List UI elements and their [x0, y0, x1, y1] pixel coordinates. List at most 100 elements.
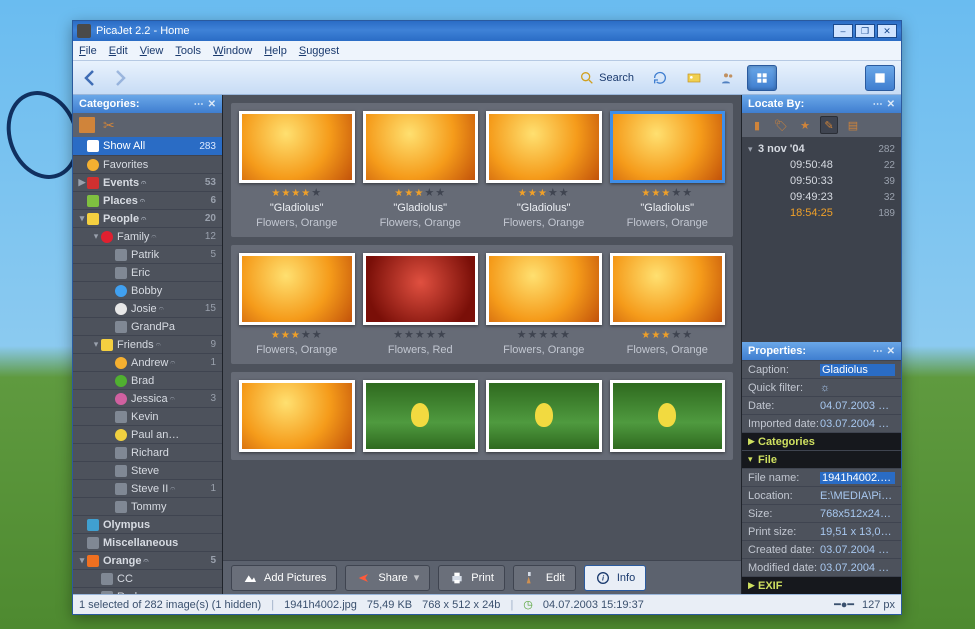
prop-row[interactable]: Date:04.07.2003 1… [742, 396, 901, 414]
rating-stars[interactable]: ★★★★★ [517, 328, 571, 341]
rating-stars[interactable]: ★★★★★ [271, 328, 323, 341]
rating-stars[interactable]: ★★★★★ [271, 186, 322, 199]
thumbnail[interactable]: ★★★★★"Gladiolus"Flowers, Orange [239, 111, 355, 229]
prop-section-categories[interactable]: ▶Categories [742, 432, 901, 450]
tree-item-paul-an-[interactable]: Paul an… [73, 425, 222, 443]
prop-section-file[interactable]: ▾File [742, 450, 901, 468]
locate-star-icon[interactable]: ★ [796, 116, 814, 134]
toolbar-people-button[interactable] [713, 65, 743, 91]
menu-help[interactable]: Help [264, 45, 287, 57]
prop-row[interactable]: Caption:Gladiolus [742, 360, 901, 378]
menu-edit[interactable]: Edit [109, 45, 128, 57]
thumbnail[interactable] [610, 380, 726, 452]
locate-date-header[interactable]: ▾3 nov '04282 [748, 141, 895, 157]
thumbnail[interactable]: ★★★★★Flowers, Red [363, 253, 479, 356]
menu-window[interactable]: Window [213, 45, 252, 57]
toolbar-view-single-button[interactable] [865, 65, 895, 91]
tree-item-people[interactable]: ▾People𝄐20 [73, 209, 222, 227]
titlebar[interactable]: PicaJet 2.2 - Home ‒ ❐ ✕ [73, 21, 901, 41]
tree-item-miscellaneous[interactable]: Miscellaneous [73, 533, 222, 551]
tree-item-brad[interactable]: Brad [73, 371, 222, 389]
tree-item-richard[interactable]: Richard [73, 443, 222, 461]
menu-suggest[interactable]: Suggest [299, 45, 339, 57]
add-pictures-button[interactable]: Add Pictures [231, 565, 337, 591]
maximize-button[interactable]: ❐ [855, 24, 875, 38]
tree-item-bobby[interactable]: Bobby [73, 281, 222, 299]
tree-item-olympus[interactable]: Olympus [73, 515, 222, 533]
prop-row[interactable]: Imported date:03.07.2004 1… [742, 414, 901, 432]
locate-book-icon[interactable]: ▮ [748, 116, 766, 134]
tree-item-favorites[interactable]: Favorites [73, 155, 222, 173]
locate-menu-icon[interactable]: ⋯ [873, 99, 883, 110]
toolbar-image-button[interactable] [679, 65, 709, 91]
prop-row[interactable]: Created date:03.07.2004 1… [742, 540, 901, 558]
back-button[interactable] [79, 66, 103, 90]
locate-brush-icon[interactable]: ✎ [820, 116, 838, 134]
share-button[interactable]: Share ▾ [345, 565, 430, 591]
tree-item-steve[interactable]: Steve [73, 461, 222, 479]
menubar[interactable]: File Edit View Tools Window Help Suggest [73, 41, 901, 61]
locate-time-row[interactable]: 09:50:4822 [748, 157, 895, 173]
close-button[interactable]: ✕ [877, 24, 897, 38]
thumbnail[interactable]: ★★★★★Flowers, Orange [610, 253, 726, 356]
locate-time-row[interactable]: 09:50:3339 [748, 173, 895, 189]
prop-row[interactable]: Print size:19,51 x 13,00… [742, 522, 901, 540]
tree-item-cc[interactable]: CC [73, 569, 222, 587]
props-menu-icon[interactable]: ⋯ [873, 346, 883, 357]
rating-stars[interactable]: ★★★★★ [641, 328, 693, 341]
rating-stars[interactable]: ★★★★★ [394, 186, 446, 199]
tree-item-events[interactable]: ▶Events𝄐53 [73, 173, 222, 191]
prop-row[interactable]: File name:1941h4002.jpg [742, 468, 901, 486]
sidebar-close-icon[interactable]: ✕ [208, 99, 216, 110]
tree-item-tommy[interactable]: Tommy [73, 497, 222, 515]
thumbnail[interactable] [486, 380, 602, 452]
locate-time-row[interactable]: 18:54:25189 [748, 205, 895, 221]
rating-stars[interactable]: ★★★★★ [641, 186, 693, 199]
category-tree[interactable]: Show All283Favorites▶Events𝄐53Places𝄐6▾P… [73, 137, 222, 594]
tree-item-andrew[interactable]: Andrew𝄐1 [73, 353, 222, 371]
edit-button[interactable]: Edit [513, 565, 576, 591]
minimize-button[interactable]: ‒ [833, 24, 853, 38]
thumbnail[interactable]: ★★★★★"Gladiolus"Flowers, Orange [610, 111, 726, 229]
locate-close-icon[interactable]: ✕ [887, 99, 895, 110]
rating-stars[interactable]: ★★★★★ [518, 186, 570, 199]
prop-row[interactable]: Location:E:\MEDIA\Pict… [742, 486, 901, 504]
locate-tag-icon[interactable]: 🏷 [772, 116, 790, 134]
search-button[interactable]: Search [572, 65, 641, 91]
thumbnail[interactable]: ★★★★★"Gladiolus"Flowers, Orange [486, 111, 602, 229]
locate-time-row[interactable]: 09:49:2332 [748, 189, 895, 205]
tree-item-grandpa[interactable]: GrandPa [73, 317, 222, 335]
category-scissors-icon[interactable]: ✂ [103, 117, 115, 134]
prop-row[interactable]: Size:768x512x24b… [742, 504, 901, 522]
tree-item-friends[interactable]: ▾Friends𝄐9 [73, 335, 222, 353]
thumbnail[interactable]: ★★★★★Flowers, Orange [239, 253, 355, 356]
print-button[interactable]: Print [438, 565, 505, 591]
toolbar-view-thumbs-button[interactable] [747, 65, 777, 91]
props-close-icon[interactable]: ✕ [887, 346, 895, 357]
toolbar-rotate-button[interactable] [645, 65, 675, 91]
prop-section-exif[interactable]: ▶EXIF [742, 576, 901, 594]
tree-item-steve-ii[interactable]: Steve II𝄐1 [73, 479, 222, 497]
rating-stars[interactable]: ★★★★★ [393, 328, 447, 341]
tree-item-eric[interactable]: Eric [73, 263, 222, 281]
tree-item-kevin[interactable]: Kevin [73, 407, 222, 425]
locate-batch-icon[interactable]: ▤ [844, 116, 862, 134]
thumbnail[interactable] [363, 380, 479, 452]
menu-file[interactable]: File [79, 45, 97, 57]
tree-item-red[interactable]: Red [73, 587, 222, 594]
locate-list[interactable]: ▾3 nov '0428209:50:482209:50:333909:49:2… [742, 137, 901, 342]
sidebar-menu-icon[interactable]: ⋯ [194, 99, 204, 110]
tree-item-josie[interactable]: Josie𝄐15 [73, 299, 222, 317]
menu-tools[interactable]: Tools [175, 45, 201, 57]
thumbnail[interactable]: ★★★★★"Gladiolus"Flowers, Orange [363, 111, 479, 229]
tree-item-patrik[interactable]: Patrik5 [73, 245, 222, 263]
category-book-icon[interactable] [79, 117, 95, 133]
tree-item-show-all[interactable]: Show All283 [73, 137, 222, 155]
forward-button[interactable] [107, 66, 131, 90]
prop-row[interactable]: Quick filter:☼ [742, 378, 901, 396]
thumbnail[interactable] [239, 380, 355, 452]
tree-item-family[interactable]: ▾Family𝄐12 [73, 227, 222, 245]
tree-item-orange[interactable]: ▾Orange𝄐5 [73, 551, 222, 569]
prop-row[interactable]: Modified date:03.07.2004 1… [742, 558, 901, 576]
menu-view[interactable]: View [140, 45, 164, 57]
